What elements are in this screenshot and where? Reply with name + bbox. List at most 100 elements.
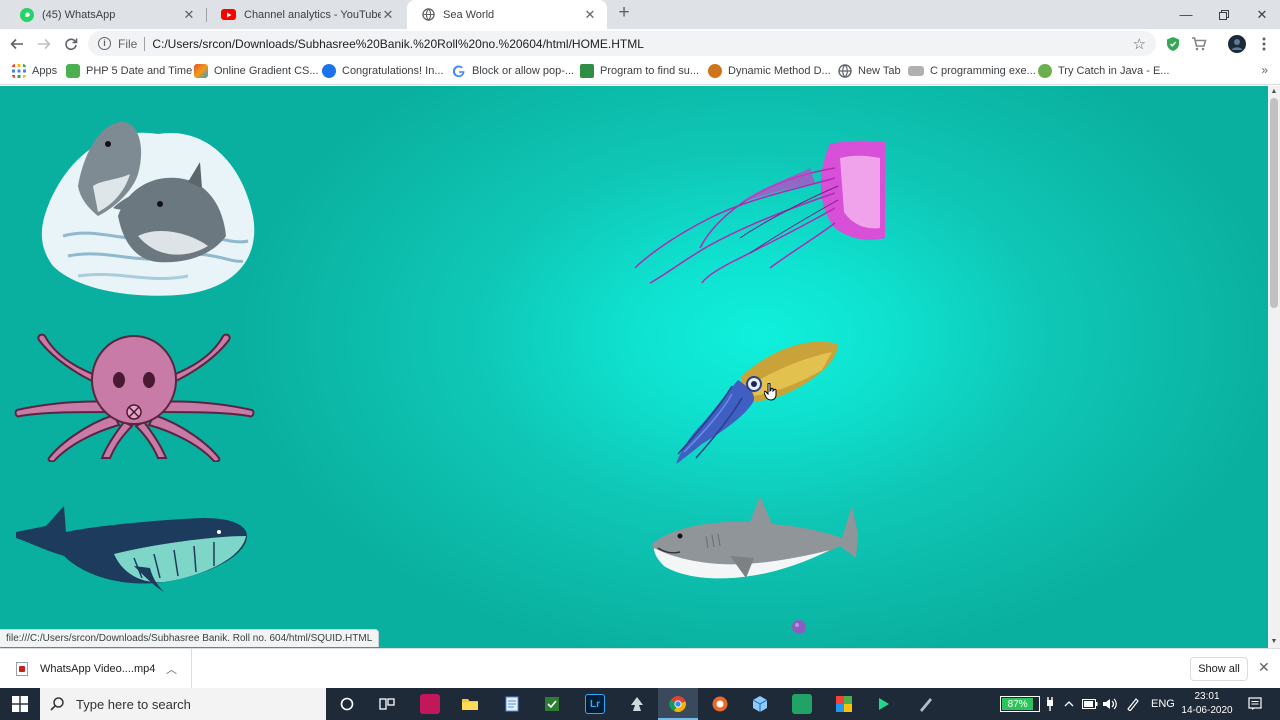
colorful-app-icon[interactable]	[834, 694, 854, 714]
scroll-thumb[interactable]	[1270, 98, 1278, 308]
arrow-right-icon	[38, 38, 51, 50]
google-icon	[452, 65, 465, 78]
tab-whatsapp[interactable]: (45) WhatsApp ✕	[6, 0, 206, 29]
power-plug-icon[interactable]	[1046, 688, 1054, 720]
globe-icon	[838, 64, 852, 78]
maximize-button[interactable]	[1206, 0, 1242, 29]
chevron-up-icon[interactable]: ︿	[166, 661, 177, 677]
restore-icon	[1219, 9, 1229, 20]
whale-image[interactable]	[14, 496, 250, 592]
pen-workspace-icon[interactable]	[1126, 688, 1140, 720]
owl-icon	[708, 64, 722, 78]
close-tab-icon[interactable]: ✕	[182, 7, 196, 23]
url-scheme: File	[118, 36, 138, 51]
close-tab-icon[interactable]: ✕	[583, 7, 597, 23]
cube-icon	[194, 64, 208, 78]
forward-button[interactable]	[33, 33, 55, 55]
bookmark-label: Dynamic Method D...	[728, 65, 831, 77]
bookmark-dynamic-method[interactable]: Dynamic Method D...	[708, 63, 831, 79]
bookmark-congratulations[interactable]: Congratulations! In...	[322, 63, 444, 79]
shield-extension-icon[interactable]	[1164, 35, 1182, 53]
gfg-icon	[580, 64, 594, 78]
bookmarks-bar: Apps PHP 5 Date and Time Online Gradient…	[0, 58, 1280, 85]
new-tab-button[interactable]: +	[615, 3, 633, 23]
green-app-icon[interactable]	[542, 694, 562, 714]
search-icon	[50, 697, 64, 711]
bookmark-label: C programming exe...	[930, 65, 1036, 77]
close-icon[interactable]: ✕	[1258, 659, 1270, 676]
menu-kebab-icon[interactable]	[1255, 35, 1273, 53]
address-bar[interactable]: i File C:/Users/srcon/Downloads/Subhasre…	[88, 31, 1156, 56]
back-button[interactable]	[6, 33, 28, 55]
box-app-icon[interactable]	[750, 694, 770, 714]
url-text[interactable]: C:/Users/srcon/Downloads/Subhasree%20Ban…	[152, 37, 644, 51]
dolphin-image[interactable]	[38, 116, 260, 298]
file-explorer-icon[interactable]	[460, 694, 480, 714]
clock[interactable]: 23:01 14-06-2020	[1178, 690, 1236, 718]
bookmark-label: Online Gradient CS...	[214, 65, 319, 77]
close-tab-icon[interactable]: ✕	[381, 7, 395, 23]
octopus-image[interactable]	[14, 330, 256, 462]
inkscape-icon[interactable]	[627, 694, 647, 714]
notification-icon[interactable]	[1248, 688, 1262, 720]
download-item[interactable]: WhatsApp Video....mp4 ︿	[0, 649, 192, 689]
bookmark-new-tab[interactable]: New Tab	[838, 63, 901, 79]
show-all-button[interactable]: Show all	[1190, 657, 1248, 681]
shark-image[interactable]	[650, 496, 860, 592]
scroll-up-icon[interactable]: ▲	[1270, 88, 1278, 96]
b-icon	[1038, 64, 1052, 78]
battery-percent: 87%	[1007, 698, 1028, 710]
chevron-up-icon[interactable]	[1064, 688, 1074, 720]
scroll-down-icon[interactable]: ▼	[1270, 638, 1278, 646]
bookmark-label: PHP 5 Date and Time	[86, 65, 193, 77]
volume-icon[interactable]	[1102, 688, 1118, 720]
jellyfish-image[interactable]	[630, 138, 888, 286]
tab-strip: (45) WhatsApp ✕ Channel analytics - YouT…	[0, 0, 1280, 29]
taskbar-search[interactable]: Type here to search	[40, 688, 326, 720]
vertical-scrollbar[interactable]: ▲ ▼	[1268, 86, 1280, 648]
close-window-button[interactable]: ✕	[1244, 0, 1280, 29]
task-view-icon[interactable]	[377, 694, 397, 714]
paint-app-icon[interactable]	[916, 694, 936, 714]
minimize-button[interactable]: —	[1168, 0, 1204, 29]
profile-avatar[interactable]	[1228, 35, 1246, 53]
sea-urchin-image[interactable]	[790, 618, 808, 636]
orange-app-icon[interactable]	[710, 694, 730, 714]
battery-indicator[interactable]: 87%	[1000, 696, 1040, 712]
bookmark-c-programming[interactable]: C programming exe...	[908, 63, 1036, 79]
video-file-icon	[16, 662, 28, 676]
start-button[interactable]	[0, 688, 40, 720]
cortana-icon[interactable]	[337, 694, 357, 714]
search-placeholder: Type here to search	[76, 696, 191, 712]
tab-youtube[interactable]: Channel analytics - YouTube Studio ✕	[207, 0, 405, 29]
reload-button[interactable]	[60, 33, 82, 55]
bookmark-block-popups[interactable]: Block or allow pop-...	[452, 63, 574, 79]
squid-image[interactable]	[672, 336, 840, 466]
cart-extension-icon[interactable]	[1190, 35, 1208, 53]
app-icon-m[interactable]	[420, 694, 440, 714]
windows-taskbar: Type here to search Lr 87% ENG 23:01 14-…	[0, 688, 1280, 720]
bookmark-php-date[interactable]: PHP 5 Date and Time	[66, 63, 192, 79]
lightroom-icon[interactable]: Lr	[585, 694, 605, 714]
codeforces-icon	[322, 64, 336, 78]
bookmark-program-find[interactable]: Program to find su...	[580, 63, 699, 79]
bookmark-apps[interactable]: Apps	[12, 63, 57, 79]
tab-sea-world[interactable]: Sea World ✕	[407, 0, 607, 29]
chevron-double-right-icon[interactable]: »	[1261, 63, 1268, 77]
pycharm-icon[interactable]	[874, 694, 894, 714]
hand-pointer-icon	[764, 383, 777, 401]
bookmark-gradient[interactable]: Online Gradient CS...	[194, 63, 319, 79]
bookmark-label: Try Catch in Java - E...	[1058, 65, 1170, 77]
bookmark-try-catch[interactable]: Try Catch in Java - E...	[1038, 63, 1169, 79]
green-grid-app-icon[interactable]	[792, 694, 812, 714]
battery-tray-icon[interactable]	[1082, 688, 1098, 720]
info-icon[interactable]: i	[98, 37, 111, 50]
chrome-icon[interactable]	[668, 694, 688, 714]
w3-icon	[66, 64, 80, 78]
windows-logo-icon	[12, 696, 28, 712]
reload-icon	[65, 38, 78, 51]
bookmark-star-icon[interactable]: ☆	[1133, 35, 1146, 53]
language-indicator[interactable]: ENG	[1151, 688, 1175, 720]
clock-date: 14-06-2020	[1181, 705, 1233, 716]
notepad-icon[interactable]	[502, 694, 522, 714]
